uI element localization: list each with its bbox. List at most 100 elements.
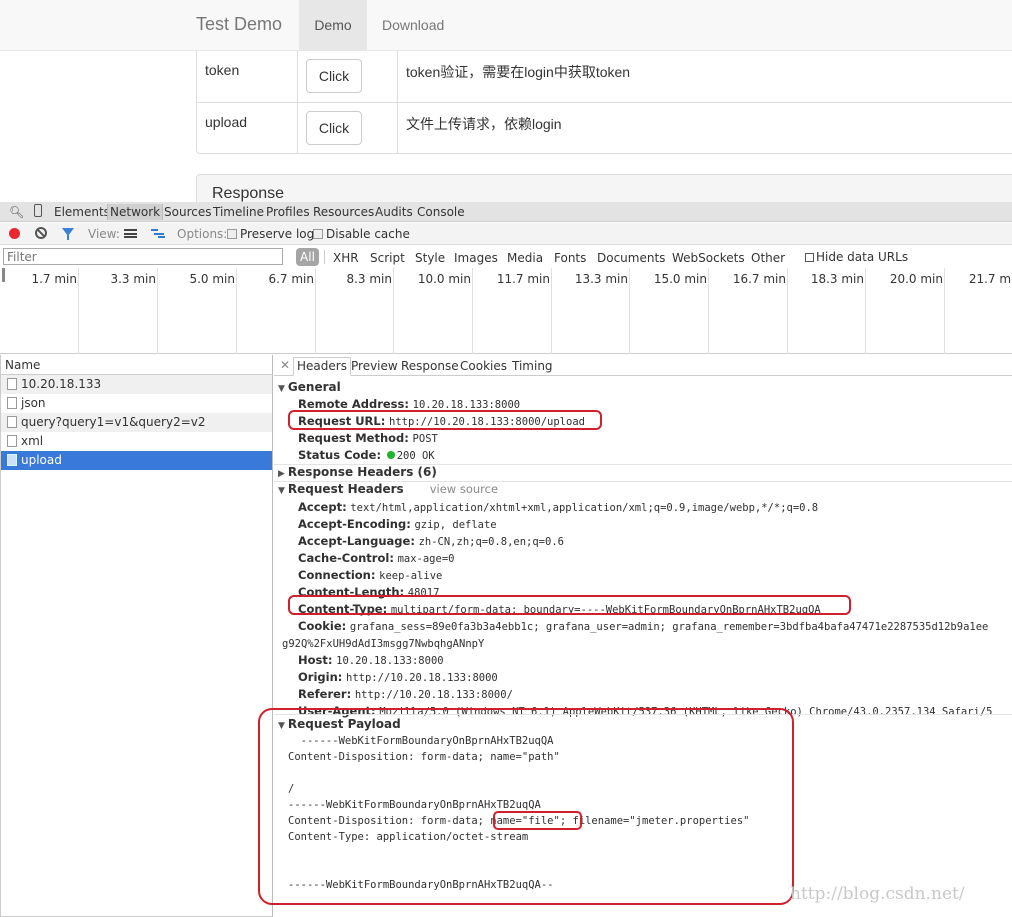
view-source-link[interactable]: view source	[430, 482, 498, 496]
request-header: Cache-Control: max-age=0	[298, 551, 455, 565]
preserve-log-label[interactable]: Preserve log	[240, 227, 314, 241]
payload-line: ------WebKitFormBoundaryOnBprnAHxTB2uqQA	[288, 735, 554, 747]
disable-cache-checkbox[interactable]	[313, 229, 323, 239]
request-list: Name 10.20.18.133 json query?query1=v1&q…	[0, 355, 273, 917]
document-icon	[7, 378, 17, 390]
response-title: Response	[212, 185, 285, 202]
brand-title[interactable]: Test Demo	[196, 14, 282, 35]
request-row[interactable]: json	[1, 394, 272, 413]
request-header: Cookie: grafana_sess=89e0fa3b3a4ebb1c; g…	[298, 619, 989, 633]
header-status-code: Status Code: 200 OK	[298, 448, 435, 462]
type-filter-documents[interactable]: Documents	[597, 251, 665, 265]
type-filter-xhr[interactable]: XHR	[333, 251, 359, 265]
type-filter-fonts[interactable]: Fonts	[554, 251, 586, 265]
name-column-header[interactable]: Name	[1, 355, 272, 375]
document-icon	[7, 454, 17, 466]
network-split-view: Name 10.20.18.133 json query?query1=v1&q…	[0, 355, 1012, 917]
table-row: token Click token验证，需要在login中获取token	[197, 51, 1012, 102]
tab-headers[interactable]: Headers	[293, 357, 351, 376]
filter-bar: All XHR Script Style Images Media Fonts …	[0, 246, 1012, 268]
api-table: token Click token验证，需要在login中获取token upl…	[196, 51, 1012, 154]
type-filter-all[interactable]: All	[296, 248, 319, 266]
large-rows-icon[interactable]	[124, 229, 137, 238]
hide-data-urls-checkbox[interactable]	[805, 253, 814, 262]
header-request-url: Request URL: http://10.20.18.133:8000/up…	[298, 414, 585, 428]
payload-line: ------WebKitFormBoundaryOnBprnAHxTB2uqQA…	[288, 879, 554, 891]
tab-network[interactable]: Network	[107, 204, 164, 220]
tab-timeline[interactable]: Timeline	[213, 205, 264, 219]
request-header: Referer: http://10.20.18.133:8000/	[298, 687, 513, 701]
type-filter-script[interactable]: Script	[370, 251, 405, 265]
clear-icon[interactable]	[35, 227, 47, 239]
payload-line: Content-Type: application/octet-stream	[288, 831, 529, 843]
tab-elements[interactable]: Elements	[54, 205, 110, 219]
request-detail: ✕ Headers Preview Response Cookies Timin…	[274, 355, 1012, 917]
request-row-selected[interactable]: upload	[1, 451, 272, 470]
overview-icon[interactable]	[151, 229, 165, 239]
request-row[interactable]: query?query1=v1&query2=v2	[1, 413, 272, 432]
tab-cookies[interactable]: Cookies	[460, 359, 507, 373]
triangle-down-icon: ▼	[278, 721, 285, 731]
response-headers-toggle[interactable]: ▶ Response Headers (6)	[278, 465, 437, 479]
tab-resources[interactable]: Resources	[313, 205, 374, 219]
overview-tick-label: 3.3 min	[110, 272, 156, 286]
filter-icon[interactable]	[62, 228, 74, 240]
nav-tab-demo[interactable]: Demo	[299, 0, 367, 50]
inspect-search-icon[interactable]: 🔍︎	[9, 205, 24, 219]
payload-line: Content-Disposition: form-data; name="fi…	[288, 815, 750, 827]
tab-timing[interactable]: Timing	[512, 359, 553, 373]
preserve-log-checkbox[interactable]	[227, 229, 237, 239]
record-icon[interactable]	[9, 228, 20, 239]
request-header: User-Agent: Mozilla/5.0 (Windows NT 6.1)…	[298, 704, 993, 718]
type-filter-websockets[interactable]: WebSockets	[672, 251, 745, 265]
disable-cache-label[interactable]: Disable cache	[326, 227, 410, 241]
overview-tick-label: 5.0 min	[189, 272, 235, 286]
overview-tick-label: 13.3 min	[574, 272, 628, 286]
overview-tick-label: 21.7 min	[968, 272, 1012, 286]
headers-view: ▼ General Remote Address: 10.20.18.133:80…	[274, 377, 1012, 917]
tab-response[interactable]: Response	[401, 359, 459, 373]
triangle-down-icon: ▼	[278, 384, 285, 394]
document-icon	[7, 435, 17, 447]
tab-console[interactable]: Console	[417, 205, 465, 219]
type-filter-style[interactable]: Style	[415, 251, 445, 265]
detail-tabbar: ✕ Headers Preview Response Cookies Timin…	[274, 355, 1012, 376]
document-icon	[7, 416, 17, 428]
request-header: Origin: http://10.20.18.133:8000	[298, 670, 498, 684]
table-row: upload Click 文件上传请求，依赖login	[197, 102, 1012, 153]
status-ok-icon	[386, 451, 395, 459]
request-row[interactable]: xml	[1, 432, 272, 451]
triangle-right-icon: ▶	[278, 469, 285, 479]
request-header: Connection: keep-alive	[298, 568, 443, 582]
token-click-button[interactable]: Click	[306, 59, 362, 93]
tab-sources[interactable]: Sources	[164, 205, 211, 219]
type-filter-media[interactable]: Media	[507, 251, 543, 265]
header-request-method: Request Method: POST	[298, 431, 438, 445]
payload-line: /	[288, 783, 295, 795]
tab-profiles[interactable]: Profiles	[266, 205, 310, 219]
request-header: Accept: text/html,application/xhtml+xml,…	[298, 500, 819, 514]
overview-tick-label: 1.7 min	[31, 272, 77, 286]
hide-data-urls-toggle[interactable]: Hide data URLs	[805, 250, 908, 264]
upload-click-button[interactable]: Click	[306, 111, 362, 145]
network-overview[interactable]: 1.7 min 3.3 min 5.0 min 6.7 min 8.3 min 10.0 …	[0, 268, 1012, 354]
divider	[274, 714, 1012, 715]
navbar: Test Demo Demo Download	[0, 0, 1012, 51]
close-icon[interactable]: ✕	[280, 358, 290, 372]
filter-input[interactable]	[3, 248, 283, 265]
request-header: Content-Type: multipart/form-data; bound…	[298, 602, 821, 616]
payload-line: ------WebKitFormBoundaryOnBprnAHxTB2uqQA	[288, 799, 541, 811]
type-filter-images[interactable]: Images	[454, 251, 498, 265]
type-filter-other[interactable]: Other	[751, 251, 785, 265]
tab-audits[interactable]: Audits	[375, 205, 413, 219]
request-headers-toggle[interactable]: ▼ Request Headers view source	[278, 482, 498, 496]
device-mode-icon[interactable]	[34, 204, 42, 217]
request-row[interactable]: 10.20.18.133	[1, 375, 272, 394]
tab-preview[interactable]: Preview	[351, 359, 398, 373]
request-payload-toggle[interactable]: ▼ Request Payload	[278, 717, 401, 731]
overview-tick-label: 15.0 min	[653, 272, 707, 286]
nav-tab-download[interactable]: Download	[367, 0, 459, 50]
request-header: Accept-Encoding: gzip, deflate	[298, 517, 497, 531]
general-section-toggle[interactable]: ▼ General	[278, 380, 341, 394]
api-name: upload	[197, 103, 298, 153]
